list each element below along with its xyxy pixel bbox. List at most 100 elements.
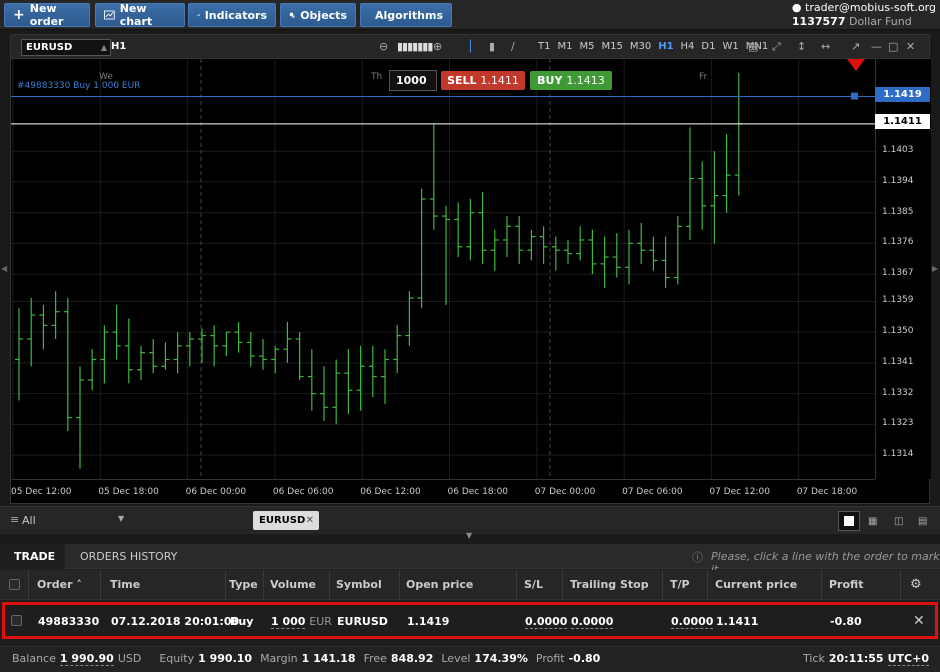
ohlc-bar — [332, 359, 341, 425]
layout-grid-icon[interactable]: ▦ — [868, 516, 877, 527]
timeframe-m15[interactable]: M15 — [601, 41, 622, 52]
cell-tp[interactable]: 0.0000 — [671, 615, 714, 629]
cell-sl[interactable]: 0.0000 — [525, 615, 568, 629]
timezone-value[interactable]: UTC+0 — [887, 652, 929, 666]
ohlc-bar — [283, 321, 292, 363]
timeframe-h1[interactable]: H1 — [658, 41, 673, 52]
ohlc-bar — [454, 202, 463, 258]
close-icon[interactable]: ✕ — [906, 40, 915, 53]
cell-trailing-stop[interactable]: 0.0000 — [571, 615, 614, 629]
panel-splitter[interactable]: ▼ — [0, 531, 940, 544]
balance-value[interactable]: 1 990.90 — [59, 652, 114, 666]
row-checkbox[interactable] — [11, 615, 22, 626]
order-line-label[interactable]: #49883330 Buy 1 000 EUR — [17, 81, 140, 91]
timeframe-w1[interactable]: W1 — [722, 41, 738, 52]
close-tab-icon[interactable]: ✕ — [306, 511, 314, 530]
layout-horizontal-icon[interactable]: ▤ — [918, 516, 927, 527]
column-header-s-l[interactable]: S/L — [524, 570, 543, 600]
info-icon: ⓘ — [692, 551, 703, 564]
open-price-tag: 1.1419 — [875, 87, 930, 102]
column-header-time[interactable]: Time — [110, 570, 140, 600]
column-header-type[interactable]: Type — [229, 570, 258, 600]
column-header-current-price[interactable]: Current price — [715, 570, 797, 600]
cell-volume[interactable]: 1 000 EUR — [271, 615, 332, 629]
indicators-button[interactable]: Indicators — [188, 3, 276, 27]
close-order-icon[interactable]: ✕ — [913, 613, 925, 629]
algorithms-button[interactable]: Algorithms — [360, 3, 452, 27]
ohlc-bar — [503, 216, 511, 258]
volume-value: 1 000 — [271, 615, 306, 629]
panel-tabs: TRADE ORDERS HISTORY ⓘ Please, click a l… — [0, 544, 940, 576]
column-header-symbol[interactable]: Symbol — [336, 570, 382, 600]
tab-orders-history[interactable]: ORDERS HISTORY — [66, 544, 191, 569]
layout-vertical-icon[interactable]: ◫ — [894, 516, 903, 527]
ohlc-bar — [198, 328, 206, 363]
ohlc-bar — [149, 339, 158, 374]
zoom-in-icon[interactable]: ⊕ — [433, 40, 442, 53]
cell-time: 07.12.2018 20:01:00 — [111, 615, 240, 628]
column-header-t-p[interactable]: T/P — [670, 570, 690, 600]
detach-icon[interactable]: ↗ — [851, 40, 860, 53]
menu-icon[interactable]: ≡ — [10, 513, 19, 526]
zoom-slider[interactable]: ▮▮▮▮▮▮▮ — [397, 40, 433, 53]
y-tick-label: 1.1403 — [882, 145, 914, 156]
settings-gear-icon[interactable]: ⚙ — [910, 577, 922, 592]
column-header-open-price[interactable]: Open price — [406, 570, 473, 600]
profit-value: -0.80 — [568, 652, 601, 665]
chart-tab-eurusd[interactable]: EURUSD ✕ — [253, 511, 319, 530]
volume-input[interactable]: 1000 — [389, 70, 437, 91]
bar-chart-type-icon[interactable]: │ — [467, 40, 474, 53]
chart-window: EURUSD ▲ H1 ⊖ ▮▮▮▮▮▮▮ ⊕ │ ▮ ∕ T1 M1 M5 M15 M… — [10, 34, 931, 505]
x-tick-label: 07 Dec 00:00 — [534, 487, 596, 497]
indicators-label: Indicators — [204, 8, 267, 22]
candle-chart-type-icon[interactable]: ▮ — [489, 40, 495, 53]
tab-trade[interactable]: TRADE — [0, 544, 65, 569]
price-chart[interactable] — [11, 59, 875, 479]
column-header-volume[interactable]: Volume — [270, 570, 316, 600]
ohlc-bar — [551, 236, 560, 271]
minimize-icon[interactable]: — — [871, 40, 882, 53]
sell-button[interactable]: SELL 1.1411 — [441, 71, 525, 90]
cell-current-price: 1.1411 — [716, 615, 759, 628]
x-tick-label: 05 Dec 18:00 — [98, 487, 159, 497]
horizontal-scale-icon[interactable]: ↔ — [821, 40, 830, 53]
cell-type: Buy — [230, 615, 254, 628]
timeframe-t1[interactable]: T1 — [538, 41, 550, 52]
zoom-out-icon[interactable]: ⊖ — [379, 40, 388, 53]
day-label-fr: Fr — [699, 72, 708, 82]
order-row[interactable]: 49883330 07.12.2018 20:01:00 Buy 1 000 E… — [2, 602, 938, 639]
buy-button[interactable]: BUY 1.1413 — [530, 71, 612, 90]
vertical-scale-icon[interactable]: ↕ — [797, 40, 806, 53]
timeframe-m5[interactable]: M5 — [579, 41, 594, 52]
ohlc-bar — [344, 349, 353, 415]
timeframe-h4[interactable]: H4 — [681, 41, 695, 52]
filter-dropdown-icon[interactable]: ▼ — [118, 514, 124, 523]
ohlc-bar — [173, 332, 182, 374]
column-header-trailing-stop[interactable]: Trailing Stop — [570, 570, 649, 600]
maximize-icon[interactable]: □ — [888, 40, 898, 53]
timeframe-m30[interactable]: M30 — [630, 41, 651, 52]
right-collapse-icon[interactable]: ▶ — [932, 264, 938, 273]
column-header-profit[interactable]: Profit — [829, 570, 863, 600]
spinner-icon: ▲ — [100, 43, 107, 52]
select-all-checkbox[interactable] — [9, 579, 20, 590]
line-chart-type-icon[interactable]: ∕ — [511, 40, 515, 53]
new-order-button[interactable]: + New order — [4, 2, 90, 28]
layout-single-icon[interactable] — [838, 511, 860, 531]
objects-button[interactable]: Objects — [280, 3, 356, 27]
algorithms-label: Algorithms — [374, 8, 443, 22]
filter-value[interactable]: All — [22, 514, 36, 527]
column-header-order[interactable]: Order ˄ — [37, 570, 82, 600]
y-tick-label: 1.1394 — [882, 175, 914, 186]
autoscroll-icon[interactable]: ⤢ — [772, 40, 781, 54]
timeframe-d1[interactable]: D1 — [701, 41, 715, 52]
account-info[interactable]: ● trader@mobius-soft.org 1137577 Dollar … — [792, 1, 936, 29]
period-separator-icon[interactable]: ▤ — [748, 40, 758, 53]
symbol-select[interactable]: EURUSD ▲ — [21, 39, 111, 56]
time-axis[interactable]: 05 Dec 12:00 05 Dec 18:00 06 Dec 00:00 06 D… — [11, 479, 875, 505]
left-collapse-icon[interactable]: ◀ — [1, 264, 7, 273]
y-tick-label: 1.1367 — [882, 268, 914, 279]
splitter-arrow-icon: ▼ — [466, 531, 473, 540]
new-chart-button[interactable]: New chart — [95, 2, 185, 28]
timeframe-m1[interactable]: M1 — [557, 41, 572, 52]
